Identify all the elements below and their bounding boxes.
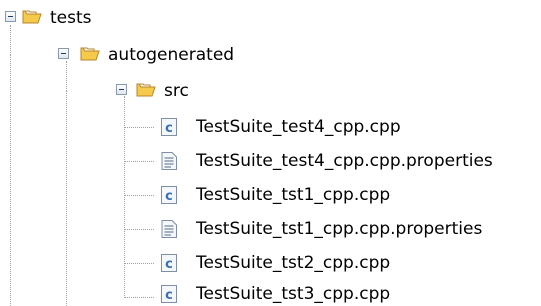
folder-open-icon bbox=[22, 10, 42, 24]
tree-item-label: TestSuite_test4_cpp.cpp.properties bbox=[196, 151, 493, 171]
tree-item-autogenerated[interactable]: autogenerated bbox=[0, 38, 541, 72]
tree-item-label: autogenerated bbox=[108, 45, 235, 65]
svg-text:c: c bbox=[165, 121, 173, 136]
tree-item-label: src bbox=[164, 81, 189, 101]
tree-item-label: TestSuite_tst2_cpp.cpp bbox=[196, 253, 391, 273]
collapse-icon[interactable] bbox=[58, 48, 69, 59]
cpp-file-icon: c bbox=[161, 285, 177, 303]
tree-item-label: TestSuite_tst3_cpp.cpp bbox=[196, 284, 391, 304]
text-file-icon bbox=[161, 152, 177, 170]
tree-item-label: tests bbox=[50, 8, 92, 28]
collapse-icon[interactable] bbox=[116, 84, 127, 95]
tree-item-file[interactable]: c TestSuite_tst1_cpp.cpp bbox=[0, 178, 541, 212]
svg-text:c: c bbox=[165, 189, 173, 204]
folder-open-icon bbox=[136, 83, 156, 97]
collapse-icon[interactable] bbox=[5, 11, 16, 22]
tree-item-file[interactable]: TestSuite_test4_cpp.cpp.properties bbox=[0, 144, 541, 178]
tree-item-label: TestSuite_test4_cpp.cpp bbox=[196, 117, 401, 137]
tree-item-file[interactable]: c TestSuite_test4_cpp.cpp bbox=[0, 110, 541, 144]
cpp-file-icon: c bbox=[161, 254, 177, 272]
tree-item-file[interactable]: c TestSuite_tst2_cpp.cpp bbox=[0, 246, 541, 280]
text-file-icon bbox=[161, 220, 177, 238]
tree-item-file[interactable]: c TestSuite_tst3_cpp.cpp bbox=[0, 280, 541, 306]
tree-item-tests[interactable]: tests bbox=[0, 1, 541, 35]
tree-item-label: TestSuite_tst1_cpp.cpp bbox=[196, 185, 391, 205]
cpp-file-icon: c bbox=[161, 118, 177, 136]
tree-item-src[interactable]: src bbox=[0, 74, 541, 108]
svg-text:c: c bbox=[165, 288, 173, 303]
folder-open-icon bbox=[80, 47, 100, 61]
project-tree: tests autogenerated src c TestSuite_test… bbox=[0, 0, 541, 306]
cpp-file-icon: c bbox=[161, 186, 177, 204]
tree-item-label: TestSuite_tst1_cpp.cpp.properties bbox=[196, 219, 483, 239]
svg-text:c: c bbox=[165, 257, 173, 272]
tree-item-file[interactable]: TestSuite_tst1_cpp.cpp.properties bbox=[0, 212, 541, 246]
